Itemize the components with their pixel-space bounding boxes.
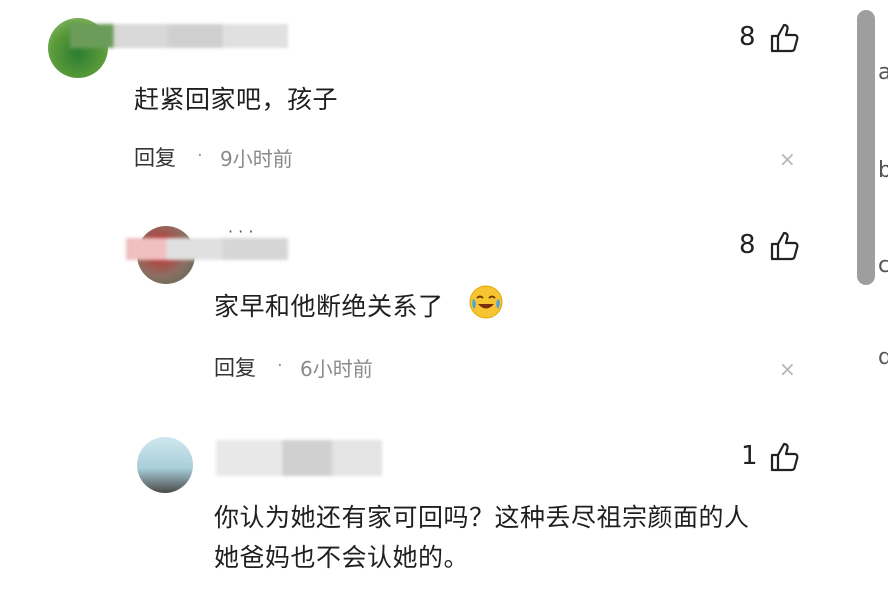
edge-glyph: d [878,345,888,370]
thumbs-up-icon[interactable] [768,441,800,473]
edge-glyph: a [878,60,888,85]
edge-glyph: b [878,158,888,183]
timestamp: 6小时前 [300,357,373,381]
thumbs-up-icon[interactable] [768,22,800,54]
avatar[interactable] [137,437,193,493]
comment-text-line1: 你认为她还有家可回吗？这种丢尽祖宗颜面的人 [214,503,750,532]
separator-dot: · [197,145,203,166]
reply-button[interactable]: 回复 [134,142,176,172]
thumbs-up-icon[interactable] [768,230,800,262]
username-dots: · · · [228,222,254,241]
comment-text: 赶紧回家吧，孩子 [134,85,339,114]
crying-laughing-emoji-icon [469,285,503,319]
username-blurred[interactable] [126,238,288,260]
timestamp: 9小时前 [220,147,293,171]
like-count: 1 [741,441,758,471]
comment-text-line2: 她爸妈也不会认她的。 [214,543,470,572]
close-icon[interactable]: × [779,357,796,381]
comment-text: 家早和他断绝关系了 [214,292,444,321]
close-icon[interactable]: × [779,147,796,171]
separator-dot: · [277,355,283,376]
username-blurred[interactable] [216,440,382,476]
edge-glyph: c [878,253,888,278]
username-blurred[interactable] [70,24,288,48]
scrollbar-thumb[interactable] [857,10,875,285]
like-count: 8 [739,22,756,52]
reply-button[interactable]: 回复 [214,352,256,382]
like-count: 8 [739,230,756,260]
